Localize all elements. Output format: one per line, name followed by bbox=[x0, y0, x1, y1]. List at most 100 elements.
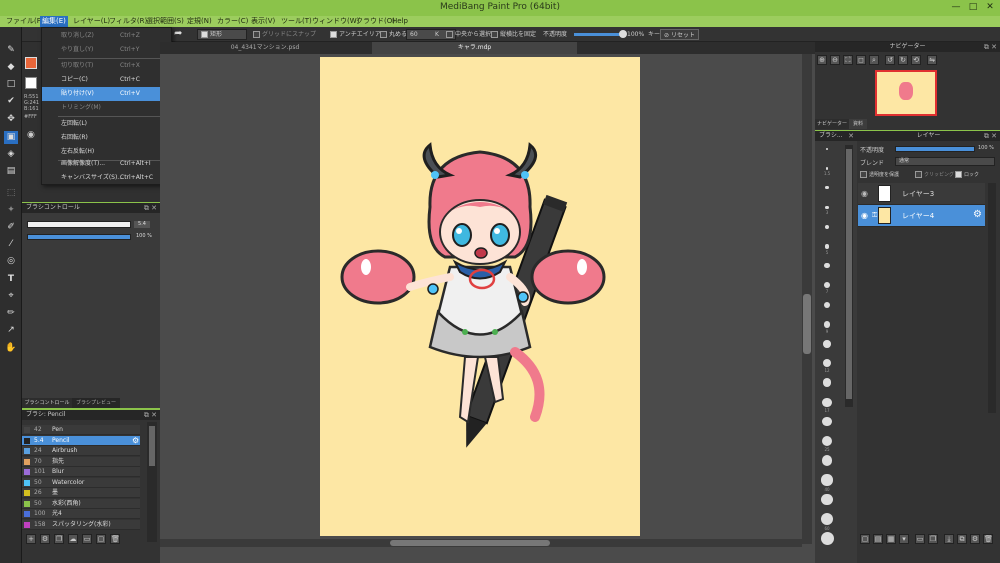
brush-list-item[interactable]: 100 光4 bbox=[22, 509, 140, 519]
brush-list-item[interactable]: 158 スパッタリング(水彩) bbox=[22, 519, 140, 530]
menu-help[interactable]: Help bbox=[390, 16, 410, 27]
brush-settings-icon[interactable]: ⚙ bbox=[40, 534, 50, 544]
brush-list-item[interactable]: 50 水彩(西角) bbox=[22, 498, 140, 509]
pen-select-icon[interactable]: ✐ bbox=[4, 221, 18, 234]
brush-list-item[interactable]: 70 指先 bbox=[22, 456, 140, 467]
delete-brush-icon[interactable]: 🗑 bbox=[110, 534, 120, 544]
center-select-checkbox[interactable]: 中央から選択 bbox=[446, 29, 491, 40]
eyedropper-icon[interactable]: ⁄ bbox=[4, 238, 18, 251]
menu-color[interactable]: カラー(C) bbox=[215, 16, 250, 27]
brush-list-item[interactable]: 42 Pen bbox=[22, 425, 140, 435]
canvas-horizontal-scrollbar[interactable] bbox=[160, 539, 802, 547]
maximize-button[interactable]: □ bbox=[965, 1, 981, 14]
layer-dropdown-icon[interactable]: ▾ bbox=[899, 534, 909, 544]
brush-size-dot[interactable] bbox=[823, 340, 831, 348]
brush-opacity-slider[interactable] bbox=[27, 234, 131, 240]
menu-selection[interactable]: 選択範囲(S) bbox=[144, 16, 186, 27]
rotate-left-icon[interactable]: ↺ bbox=[885, 55, 895, 65]
layer-settings-icon[interactable]: ⚙ bbox=[970, 534, 980, 544]
menu-undo[interactable]: 取り消し(Z) Ctrl+Z bbox=[42, 29, 173, 43]
rotate-right-icon[interactable]: ↻ bbox=[898, 55, 908, 65]
layer-row-4[interactable]: ◉ ⚿ レイヤー4 ⚙ bbox=[858, 205, 985, 227]
check-tool-icon[interactable]: ✔ bbox=[4, 95, 18, 108]
visibility-eye-icon[interactable]: ◉ bbox=[861, 189, 868, 198]
text-tool-icon[interactable]: T bbox=[4, 273, 18, 286]
dropper-tool-icon[interactable]: ↗ bbox=[4, 324, 18, 337]
blend-select[interactable]: 通常 bbox=[895, 157, 995, 166]
brush-size-dot[interactable] bbox=[821, 474, 833, 486]
menu-ruler[interactable]: 定規(N) bbox=[185, 16, 214, 27]
brush-size-dot[interactable] bbox=[823, 301, 831, 308]
tab-navigator[interactable]: ナビゲーター bbox=[815, 119, 849, 129]
menu-canvas-size[interactable]: キャンバスサイズ(S)... Ctrl+Alt+C bbox=[42, 171, 173, 185]
brush-size-dot[interactable] bbox=[824, 224, 830, 229]
brush-list-item[interactable]: 26 墨 bbox=[22, 488, 140, 498]
layer-opacity-slider[interactable] bbox=[895, 146, 975, 152]
visibility-eye-icon[interactable]: ◉ bbox=[861, 211, 868, 220]
rect-tool-icon[interactable]: □ bbox=[4, 78, 18, 91]
delete-layer-icon[interactable]: 🗑 bbox=[983, 534, 993, 544]
brush-size-dot[interactable] bbox=[823, 320, 831, 328]
menu-tool[interactable]: ツール(T) bbox=[279, 16, 314, 27]
brush-list-item[interactable]: 24 Airbrush bbox=[22, 446, 140, 456]
eraser-tool-icon[interactable]: ◆ bbox=[4, 61, 18, 74]
menu-redo[interactable]: やり直し(Y) Ctrl+Y bbox=[42, 43, 173, 57]
add-brush-icon[interactable]: + bbox=[26, 534, 36, 544]
brush-size-dot[interactable] bbox=[822, 397, 832, 407]
brush-size-scrollbar[interactable] bbox=[845, 145, 853, 407]
brush-size-value[interactable]: 5.4 bbox=[134, 221, 150, 228]
brush-size-dot[interactable] bbox=[825, 205, 829, 210]
brush-size-dot[interactable] bbox=[826, 148, 828, 150]
menu-view[interactable]: 表示(V) bbox=[249, 16, 277, 27]
brush-tool-icon[interactable]: ✎ bbox=[4, 44, 18, 57]
menu-trim[interactable]: トリミング(M) bbox=[42, 101, 173, 115]
palette-icon[interactable]: ◉ bbox=[27, 130, 35, 140]
select-tool-icon[interactable]: ▣ bbox=[4, 131, 18, 144]
pencil-tool-icon[interactable]: ✏ bbox=[4, 307, 18, 320]
layer-scrollbar[interactable] bbox=[988, 183, 996, 413]
brush-list-scrollbar[interactable] bbox=[147, 422, 157, 542]
round-checkbox[interactable]: 丸める bbox=[380, 29, 407, 40]
actual-size-icon[interactable]: ◻ bbox=[856, 55, 866, 65]
merge-layer-icon[interactable]: ⤓ bbox=[944, 534, 954, 544]
brush-size-dot[interactable] bbox=[820, 532, 834, 545]
operation-tool-icon[interactable]: ⌖ bbox=[4, 290, 18, 303]
blur-tool-icon[interactable]: ◎ bbox=[4, 255, 18, 268]
clipping-checkbox[interactable]: クリッピング bbox=[915, 171, 954, 178]
brush-list-item[interactable]: 5.4 Pencil ⚙ bbox=[22, 435, 140, 446]
panel-close-icon[interactable]: ⧉ ✕ bbox=[984, 131, 997, 141]
brush-gear-icon[interactable]: ⚙ bbox=[132, 436, 139, 446]
gradient-tool-icon[interactable]: ▤ bbox=[4, 165, 18, 178]
menu-rotate-left[interactable]: 左回転(L) bbox=[42, 117, 173, 131]
tab-document-1[interactable]: 04_4341マンション.psd bbox=[160, 42, 370, 54]
panel-close-icon[interactable]: ⧉ ✕ bbox=[984, 42, 997, 52]
folder-icon[interactable]: ▭ bbox=[82, 534, 92, 544]
panel-close-icon[interactable]: ⧉ ✕ bbox=[144, 410, 157, 420]
flip-icon[interactable]: ⇋ bbox=[927, 55, 937, 65]
tab-brush-preview[interactable]: ブラシプレビュー bbox=[72, 398, 120, 408]
lock-checkbox[interactable]: ロック bbox=[955, 171, 979, 178]
copy-icon[interactable]: ▢ bbox=[96, 534, 106, 544]
minimize-button[interactable]: — bbox=[948, 1, 964, 14]
canvas-paper[interactable] bbox=[320, 57, 640, 536]
menu-cut[interactable]: 切り取り(T) Ctrl+X bbox=[42, 59, 173, 73]
lasso-tool-icon[interactable]: ⬚ bbox=[4, 187, 18, 200]
menu-filter[interactable]: フィルタ(R) bbox=[107, 16, 149, 27]
foreground-swatch[interactable] bbox=[25, 57, 37, 69]
fill-tool-icon[interactable]: ◈ bbox=[4, 148, 18, 161]
new-halftone-layer-icon[interactable]: ▤ bbox=[873, 534, 883, 544]
reset-button[interactable]: ⊘ リセット bbox=[660, 29, 699, 40]
brush-list-item[interactable]: 50 Watercolor bbox=[22, 477, 140, 488]
close-button[interactable]: ✕ bbox=[982, 1, 998, 14]
opacity-slider[interactable] bbox=[574, 33, 622, 36]
layer-folder-icon[interactable]: ▭ bbox=[915, 534, 925, 544]
navigator-preview[interactable] bbox=[875, 70, 937, 116]
menu-layer[interactable]: レイヤー(L) bbox=[71, 16, 112, 27]
redo-icon[interactable]: ➦ bbox=[174, 28, 182, 39]
tab-document-2[interactable]: キャラ.mdp bbox=[372, 42, 577, 54]
layer-row-3[interactable]: ◉ レイヤー3 bbox=[858, 183, 985, 205]
brush-size-dot[interactable] bbox=[824, 244, 830, 249]
panel-close-icon[interactable]: ⧉ ✕ bbox=[144, 203, 157, 213]
menu-edit[interactable]: 編集(E) bbox=[40, 16, 68, 27]
layer-copy-icon[interactable]: ⧉ bbox=[957, 534, 967, 544]
